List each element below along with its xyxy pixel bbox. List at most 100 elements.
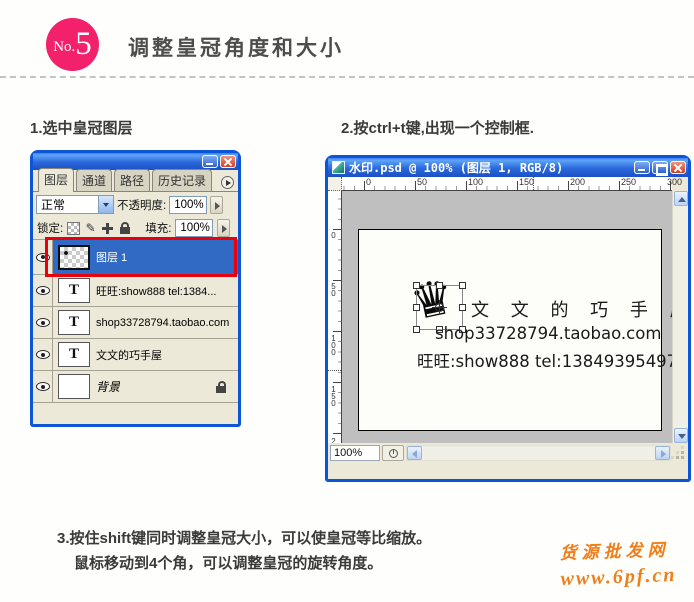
text-layer-thumbnail[interactable]: T — [58, 278, 90, 303]
fill-label: 填充: — [145, 220, 171, 236]
blend-mode-row: 正常 不透明度: 100% — [33, 192, 238, 217]
tutorial-page: No. 5 调整皇冠角度和大小 1.选中皇冠图层 2.按ctrl+t键,出现一个… — [0, 0, 694, 602]
ruler-tick-label: 150 — [519, 177, 534, 187]
panel-tabs: 图层 通道 路径 历史记录 — [33, 170, 238, 192]
step3-line1: 3.按住shift键同时调整皇冠大小，可以使皇冠等比缩放。 — [57, 527, 431, 548]
watermark-text-shopname: 文 文 的 巧 手 屋 — [471, 296, 688, 322]
visibility-toggle[interactable] — [33, 275, 53, 306]
document-title: 水印.psd @ 100% (图层 1, RGB/8) — [349, 159, 563, 176]
site-watermark-url: www.6pf.cn — [560, 564, 677, 591]
lock-position-icon[interactable] — [101, 222, 114, 235]
layer-name: 旺旺:show888 tel:1384... — [96, 283, 216, 299]
watermark-text-url: shop33728794.taobao.com — [435, 324, 661, 343]
step3-line2: 鼠标移动到4个角，可以调整皇冠的旋转角度。 — [74, 552, 382, 573]
status-bar: 100% — [328, 443, 688, 463]
blend-mode-value: 正常 — [41, 196, 65, 213]
layer-row-shop[interactable]: T shop33728794.taobao.com — [33, 307, 238, 339]
ruler-tick-label: 50 — [329, 282, 338, 296]
transform-handle[interactable] — [436, 282, 443, 289]
scroll-down-icon[interactable] — [674, 428, 688, 443]
step-number-badge: No. 5 — [46, 18, 99, 71]
ruler-tick-label: 0 — [329, 231, 338, 238]
step2-label: 2.按ctrl+t键,出现一个控制框. — [341, 117, 534, 138]
minimize-button[interactable] — [202, 155, 218, 168]
document-body: 0 50 100 150 200 250 300 0 50 100 150 20… — [328, 177, 688, 463]
text-layer-thumbnail[interactable]: T — [58, 342, 90, 367]
layers-panel: 图层 通道 路径 历史记录 正常 不透明度: 100% 锁定: ✎ 填充: 10… — [30, 150, 241, 427]
ruler-tick-label: 250 — [621, 177, 636, 187]
horizontal-ruler: 0 50 100 150 200 250 300 — [342, 177, 672, 191]
text-layer-thumbnail[interactable]: T — [58, 310, 90, 335]
layers-list: 图层 1 T 旺旺:show888 tel:1384... T shop3372… — [33, 240, 238, 403]
eye-icon — [36, 382, 50, 391]
minimize-button[interactable] — [634, 161, 650, 174]
tab-history[interactable]: 历史记录 — [152, 169, 212, 191]
lock-icon — [216, 380, 226, 398]
background-thumbnail[interactable] — [58, 374, 90, 399]
status-icon — [389, 449, 398, 458]
badge-prefix: No. — [53, 39, 75, 56]
fill-field[interactable]: 100% — [175, 219, 213, 237]
scroll-up-icon[interactable] — [674, 191, 688, 206]
visibility-toggle[interactable] — [33, 339, 53, 370]
visibility-toggle[interactable] — [33, 371, 53, 402]
eye-icon — [36, 286, 50, 295]
close-icon[interactable] — [670, 161, 686, 174]
ruler-corner — [328, 177, 342, 191]
transform-handle[interactable] — [413, 304, 420, 311]
scroll-right-icon[interactable] — [655, 446, 670, 460]
opacity-field[interactable]: 100% — [169, 196, 207, 214]
layer-name: 背景 — [96, 378, 120, 395]
separator-line — [0, 76, 694, 78]
horizontal-scrollbar[interactable] — [406, 445, 671, 461]
lock-paint-icon[interactable]: ✎ — [84, 222, 97, 235]
transform-handle[interactable] — [413, 282, 420, 289]
document-window: 水印.psd @ 100% (图层 1, RGB/8) 0 50 100 150… — [325, 155, 691, 482]
transform-center-point[interactable] — [435, 303, 444, 312]
visibility-toggle[interactable] — [33, 307, 53, 338]
tab-channels[interactable]: 通道 — [76, 169, 112, 191]
site-watermark-name: 货源批发网 — [559, 535, 676, 564]
watermark-text-contact: 旺旺:show888 tel:13849395497 — [417, 348, 677, 372]
lock-transparency-icon[interactable] — [67, 222, 80, 235]
panel-menu-icon[interactable] — [221, 176, 234, 189]
layer-row-background[interactable]: 背景 — [33, 371, 238, 403]
vertical-scrollbar[interactable] — [672, 191, 688, 443]
eye-icon — [36, 318, 50, 327]
blend-mode-select[interactable]: 正常 — [36, 195, 114, 214]
chevron-down-icon[interactable] — [98, 196, 113, 213]
eye-icon — [36, 350, 50, 359]
transform-handle[interactable] — [413, 326, 420, 333]
step1-label: 1.选中皇冠图层 — [30, 117, 133, 138]
ruler-tick-label: 150 — [329, 385, 338, 406]
cursor-position-marker — [328, 370, 341, 371]
tab-paths[interactable]: 路径 — [114, 169, 150, 191]
badge-number: 5 — [75, 28, 92, 61]
ruler-tick-label: 0 — [366, 177, 371, 187]
opacity-arrow-icon[interactable] — [210, 196, 223, 214]
pasteboard: ♛ 文 文 的 巧 手 屋 shop33728794.taobao.com — [342, 191, 672, 443]
tab-layers[interactable]: 图层 — [38, 168, 74, 192]
close-icon[interactable] — [220, 155, 236, 168]
transform-handle[interactable] — [459, 304, 466, 311]
maximize-button[interactable] — [652, 161, 668, 174]
layer-name: shop33728794.taobao.com — [96, 317, 229, 329]
ruler-tick-label: 300 — [667, 177, 682, 187]
page-title: 调整皇冠角度和大小 — [128, 32, 344, 62]
resize-grip[interactable] — [673, 445, 686, 461]
vertical-ruler: 0 50 100 150 200 — [328, 191, 342, 443]
layer-row-wangwang[interactable]: T 旺旺:show888 tel:1384... — [33, 275, 238, 307]
highlight-rectangle — [45, 237, 237, 277]
status-info-button[interactable] — [382, 445, 404, 461]
layer-row-shopname[interactable]: T 文文的巧手屋 — [33, 339, 238, 371]
ruler-tick-label: 100 — [468, 177, 483, 187]
canvas[interactable]: ♛ 文 文 的 巧 手 屋 shop33728794.taobao.com — [358, 229, 662, 431]
lock-label: 锁定: — [37, 220, 63, 236]
ruler-tick-label: 50 — [417, 177, 427, 187]
fill-arrow-icon[interactable] — [217, 219, 230, 237]
zoom-level-field[interactable]: 100% — [330, 445, 380, 461]
scroll-left-icon[interactable] — [407, 446, 422, 460]
transform-handle[interactable] — [459, 282, 466, 289]
cursor-position-marker — [533, 177, 534, 190]
lock-all-icon[interactable] — [118, 222, 131, 235]
